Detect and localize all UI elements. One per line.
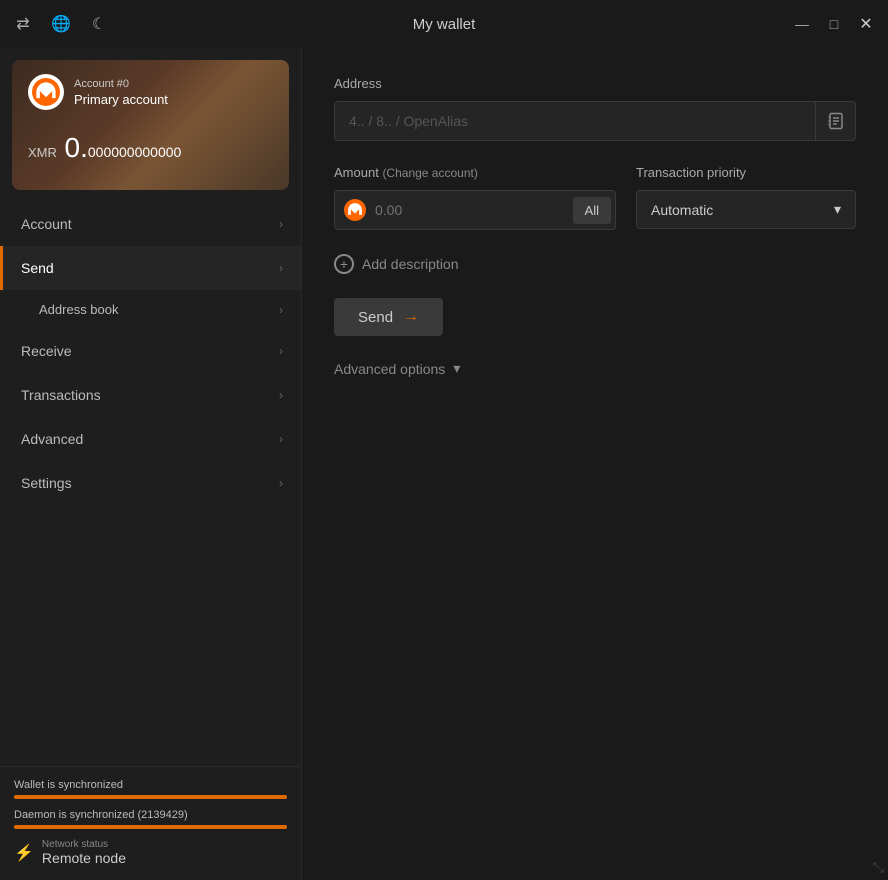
send-button-label: Send bbox=[358, 309, 393, 326]
chevron-icon: › bbox=[279, 476, 283, 490]
currency-label: XMR bbox=[28, 145, 57, 160]
sidebar-bottom: Wallet is synchronized Daemon is synchro… bbox=[0, 766, 301, 880]
monero-icon-small bbox=[335, 191, 367, 229]
account-card: Account #0 Primary account XMR 0.0000000… bbox=[12, 60, 289, 190]
globe-icon[interactable]: 🌐 bbox=[50, 13, 72, 35]
chevron-icon: › bbox=[279, 261, 283, 275]
sidebar-item-send-label: Send bbox=[21, 260, 54, 276]
balance-small: 000000000000 bbox=[88, 144, 181, 160]
sidebar-item-account[interactable]: Account › bbox=[0, 202, 301, 246]
network-status-label: Network status bbox=[42, 839, 126, 850]
network-status-value: Remote node bbox=[42, 850, 126, 866]
wallet-sync-label: Wallet is synchronized bbox=[14, 779, 287, 791]
amount-block: Amount (Change account) All bbox=[334, 165, 616, 230]
account-number: Account #0 bbox=[74, 78, 168, 90]
sidebar-item-settings-label: Settings bbox=[21, 475, 72, 491]
account-name-block: Account #0 Primary account bbox=[74, 78, 168, 107]
sidebar-item-advanced-label: Advanced bbox=[21, 431, 83, 447]
main-content: Address Amount (Change account) bbox=[302, 48, 888, 880]
amount-priority-row: Amount (Change account) All Transaction … bbox=[334, 165, 856, 230]
sidebar-item-send[interactable]: Send › bbox=[0, 246, 301, 290]
wallet-sync-bar bbox=[14, 795, 287, 799]
chevron-icon: › bbox=[279, 217, 283, 231]
monero-logo bbox=[28, 74, 64, 110]
add-description[interactable]: + Add description bbox=[334, 254, 856, 274]
network-text: Network status Remote node bbox=[42, 839, 126, 866]
wallet-sync-fill bbox=[14, 795, 287, 799]
transfer-icon[interactable]: ⇄ bbox=[12, 13, 34, 35]
send-button[interactable]: Send → bbox=[334, 298, 443, 336]
sidebar-item-address-book-label: Address book bbox=[39, 302, 119, 317]
close-button[interactable]: ✕ bbox=[856, 14, 876, 34]
address-label: Address bbox=[334, 76, 856, 91]
account-name: Primary account bbox=[74, 92, 168, 107]
resize-handle[interactable]: ⤡ bbox=[873, 859, 884, 876]
priority-value: Automatic bbox=[651, 202, 713, 218]
dropdown-chevron-icon: ▾ bbox=[834, 201, 841, 218]
sidebar-item-receive-label: Receive bbox=[21, 343, 72, 359]
titlebar-controls: — □ ✕ bbox=[792, 14, 876, 34]
sidebar-item-transactions-label: Transactions bbox=[21, 387, 101, 403]
main-layout: Account #0 Primary account XMR 0.0000000… bbox=[0, 48, 888, 880]
minimize-button[interactable]: — bbox=[792, 14, 812, 34]
bolt-icon: ⚡ bbox=[14, 843, 34, 863]
account-card-top: Account #0 Primary account bbox=[28, 74, 273, 110]
sidebar: Account #0 Primary account XMR 0.0000000… bbox=[0, 48, 302, 880]
advanced-options[interactable]: Advanced options ▾ bbox=[334, 360, 856, 377]
titlebar: ⇄ 🌐 ☾ My wallet — □ ✕ bbox=[0, 0, 888, 48]
sidebar-item-advanced[interactable]: Advanced › bbox=[0, 417, 301, 461]
advanced-options-label: Advanced options bbox=[334, 361, 445, 377]
daemon-sync-bar bbox=[14, 825, 287, 829]
chevron-icon: › bbox=[279, 432, 283, 446]
titlebar-left: ⇄ 🌐 ☾ bbox=[12, 13, 110, 35]
sidebar-item-address-book[interactable]: Address book › bbox=[0, 290, 301, 329]
add-description-icon: + bbox=[334, 254, 354, 274]
sidebar-item-transactions[interactable]: Transactions › bbox=[0, 373, 301, 417]
daemon-sync-label: Daemon is synchronized (2139429) bbox=[14, 809, 287, 821]
sidebar-item-account-label: Account bbox=[21, 216, 72, 232]
address-input-wrap bbox=[334, 101, 856, 141]
daemon-sync-fill bbox=[14, 825, 287, 829]
chevron-icon: › bbox=[279, 344, 283, 358]
window-title: My wallet bbox=[413, 16, 476, 33]
account-balance: XMR 0.000000000000 bbox=[28, 132, 273, 164]
amount-input-wrap: All bbox=[334, 190, 616, 230]
moon-icon[interactable]: ☾ bbox=[88, 13, 110, 35]
send-arrow-icon: → bbox=[403, 308, 419, 326]
all-button[interactable]: All bbox=[573, 197, 611, 224]
advanced-chevron-icon: ▾ bbox=[453, 360, 460, 377]
sidebar-item-receive[interactable]: Receive › bbox=[0, 329, 301, 373]
network-status: ⚡ Network status Remote node bbox=[14, 839, 287, 866]
amount-label: Amount (Change account) bbox=[334, 165, 616, 180]
add-description-label: Add description bbox=[362, 256, 459, 272]
chevron-icon: › bbox=[279, 388, 283, 402]
priority-block: Transaction priority Automatic ▾ bbox=[636, 165, 856, 229]
nav-list: Account › Send › Address book › Receive … bbox=[0, 202, 301, 766]
priority-label: Transaction priority bbox=[636, 165, 856, 180]
change-account-link[interactable]: (Change account) bbox=[382, 166, 477, 180]
address-input[interactable] bbox=[335, 103, 815, 139]
maximize-button[interactable]: □ bbox=[824, 14, 844, 34]
priority-select[interactable]: Automatic ▾ bbox=[636, 190, 856, 229]
balance-large: 0. bbox=[65, 132, 88, 163]
sidebar-item-settings[interactable]: Settings › bbox=[0, 461, 301, 505]
address-book-button[interactable] bbox=[815, 102, 855, 140]
amount-input[interactable] bbox=[367, 192, 569, 228]
chevron-icon: › bbox=[279, 303, 283, 317]
